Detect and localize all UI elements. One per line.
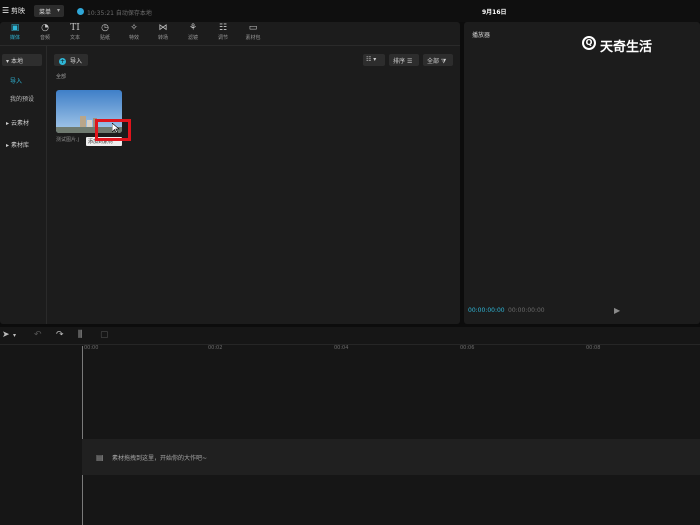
timeline-ruler: 00:00 00:02 00:04 00:06 00:08 bbox=[82, 345, 700, 355]
sidebar-item-library[interactable]: ▸ 素材库 bbox=[2, 138, 42, 150]
autosave-text: 10:35:21 自动保存本地 bbox=[87, 10, 152, 17]
text-icon: TI bbox=[70, 23, 80, 33]
app-logo-icon: ☰ bbox=[2, 6, 10, 15]
media-icon: ▣ bbox=[10, 23, 20, 33]
split-icon[interactable]: ⫼ bbox=[78, 330, 82, 340]
tab-sticker[interactable]: ◷ 贴纸 bbox=[90, 23, 120, 45]
tab-label: 贴纸 bbox=[99, 35, 110, 41]
tab-text[interactable]: TI 文本 bbox=[60, 23, 90, 45]
sort-button[interactable]: 排序 ☰ bbox=[389, 54, 419, 66]
watermark-text: 天奇生活 bbox=[600, 40, 653, 55]
tab-label: 滤镜 bbox=[187, 35, 198, 41]
film-icon: ▤ bbox=[96, 453, 104, 462]
ruler-tick: 00:08 bbox=[586, 345, 601, 351]
media-caption: 测试图片.j bbox=[56, 137, 79, 143]
redo-icon[interactable]: ↷ bbox=[56, 330, 64, 340]
sidebar-item-label: 素材库 bbox=[10, 142, 29, 149]
ruler-tick: 00:06 bbox=[460, 345, 475, 351]
player-title: 播放器 bbox=[472, 32, 491, 39]
audio-icon: ◔ bbox=[41, 23, 49, 33]
sidebar-item-my-presets[interactable]: 我的预设 bbox=[10, 94, 34, 103]
import-button[interactable]: + 导入 bbox=[54, 54, 88, 66]
sort-label: 排序 bbox=[393, 58, 406, 65]
tab-package[interactable]: ▭ 素材包 bbox=[238, 23, 268, 45]
tab-filter[interactable]: ⚘ 滤镜 bbox=[178, 23, 208, 45]
tab-label: 转场 bbox=[157, 35, 168, 41]
main-track-dropzone[interactable]: ▤ 素材拖拽到这里，开始你的大作吧~ bbox=[82, 439, 700, 475]
total-time: 00:00:00:00 bbox=[508, 307, 545, 314]
sidebar-item-local[interactable]: ▾ 本地 bbox=[2, 54, 42, 66]
transition-icon: ⋈ bbox=[158, 23, 168, 33]
plus-icon: + bbox=[59, 58, 66, 65]
chevron-down-icon[interactable]: ▾ bbox=[13, 332, 16, 339]
app-name: 剪映 bbox=[11, 7, 25, 15]
caret-right-icon: ▸ bbox=[6, 142, 10, 149]
caret-right-icon: ▸ bbox=[6, 120, 10, 127]
mouse-cursor-icon bbox=[112, 123, 120, 133]
tab-label: 素材包 bbox=[245, 35, 261, 41]
undo-icon[interactable]: ↶ bbox=[34, 330, 42, 340]
player-panel: 播放器 Q 天奇生活 00:00:00:00 00:00:00:00 ▶ bbox=[464, 22, 700, 324]
tab-label: 调节 bbox=[217, 35, 228, 41]
title-bar: ☰ 剪映 菜单 ▾ 10:35:21 自动保存本地 9月16日 bbox=[0, 0, 700, 22]
section-label: 全部 bbox=[56, 74, 67, 80]
view-toggle-button[interactable]: ☷ ▾ bbox=[363, 54, 385, 66]
timeline-panel: ➤ ▾ ↶ ↷ ⫼ ▢ 00:00 00:02 00:04 00:06 00:0… bbox=[0, 327, 700, 525]
filter-icon: ⚘ bbox=[188, 23, 198, 33]
sticker-icon: ◷ bbox=[101, 23, 109, 33]
package-icon: ▭ bbox=[248, 23, 258, 33]
tab-media[interactable]: ▣ 媒体 bbox=[0, 23, 30, 45]
tab-transition[interactable]: ⋈ 转场 bbox=[148, 23, 178, 45]
drop-hint: 素材拖拽到这里，开始你的大作吧~ bbox=[112, 455, 208, 462]
ruler-tick: 00:02 bbox=[208, 345, 223, 351]
sidebar-item-cloud[interactable]: ▸ 云素材 bbox=[2, 116, 42, 128]
watermark-logo-icon: Q bbox=[582, 36, 596, 50]
media-panel: ▣ 媒体 ◔ 音频 TI 文本 ◷ 贴纸 ✧ 特效 ⋈ 转场 ⚘ 滤镜 ☷ 调节 bbox=[0, 22, 460, 324]
funnel-icon: ⧩ bbox=[440, 58, 447, 65]
menu-button[interactable]: 菜单 ▾ bbox=[34, 5, 64, 17]
menu-label: 菜单 bbox=[39, 9, 52, 16]
timeline-toolbar: ➤ ▾ ↶ ↷ ⫼ ▢ bbox=[0, 327, 700, 345]
delete-icon[interactable]: ▢ bbox=[100, 330, 109, 340]
caret-down-icon: ▾ bbox=[6, 58, 10, 65]
date-text: 9月16日 bbox=[482, 9, 507, 16]
tab-label: 文本 bbox=[69, 35, 80, 41]
effects-icon: ✧ bbox=[130, 23, 138, 33]
sidebar-item-import[interactable]: 导入 bbox=[10, 76, 22, 85]
ruler-tick: 00:04 bbox=[334, 345, 349, 351]
filter-label: 全部 bbox=[427, 58, 440, 65]
ruler-tick: 00:00 bbox=[84, 345, 99, 351]
media-sidebar: ▾ 本地 导入 我的预设 ▸ 云素材 ▸ 素材库 bbox=[0, 46, 47, 324]
sort-icon: ☰ bbox=[406, 58, 413, 65]
filter-button[interactable]: 全部 ⧩ bbox=[423, 54, 453, 66]
current-time: 00:00:00:00 bbox=[468, 307, 505, 314]
select-tool-icon[interactable]: ➤ bbox=[2, 330, 10, 340]
tool-tabs: ▣ 媒体 ◔ 音频 TI 文本 ◷ 贴纸 ✧ 特效 ⋈ 转场 ⚘ 滤镜 ☷ 调节 bbox=[0, 22, 460, 46]
tab-adjust[interactable]: ☷ 调节 bbox=[208, 23, 238, 45]
grid-view-icon: ☷ ▾ bbox=[366, 56, 377, 63]
tab-label: 音频 bbox=[39, 35, 50, 41]
import-label: 导入 bbox=[70, 58, 83, 65]
adjust-icon: ☷ bbox=[218, 23, 228, 33]
watermark: Q 天奇生活 bbox=[582, 36, 652, 55]
play-icon[interactable]: ▶ bbox=[614, 306, 620, 315]
sidebar-item-label: 云素材 bbox=[10, 120, 29, 127]
chevron-down-icon: ▾ bbox=[56, 7, 60, 14]
sidebar-item-label: 本地 bbox=[10, 58, 23, 65]
playhead[interactable] bbox=[82, 346, 83, 525]
tab-audio[interactable]: ◔ 音频 bbox=[30, 23, 60, 45]
tab-label: 媒体 bbox=[9, 35, 20, 41]
tab-label: 特效 bbox=[128, 35, 139, 41]
tab-effects[interactable]: ✧ 特效 bbox=[119, 23, 149, 45]
autosave-icon bbox=[77, 8, 84, 15]
